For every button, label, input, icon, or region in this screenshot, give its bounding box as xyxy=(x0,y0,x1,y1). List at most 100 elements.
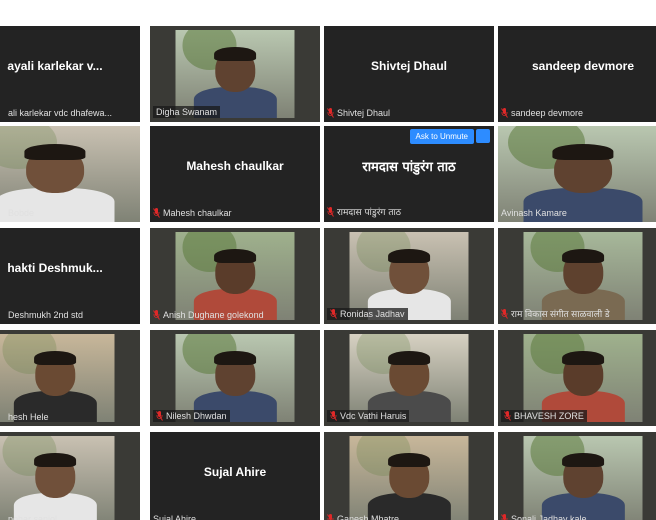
participant-video xyxy=(0,436,115,520)
participant-tile[interactable]: Nilesh Dhwdan xyxy=(150,330,320,426)
participant-name-label: Shivtej Dhaul xyxy=(327,108,390,118)
participant-name-label: Sujal Ahire xyxy=(153,514,196,520)
participant-name-text: Digha Swanam xyxy=(156,107,218,117)
participant-tile[interactable]: Sonali Jadhav kale xyxy=(498,432,656,520)
participant-tile[interactable]: hakti Deshmuk... Deshmukh 2nd std xyxy=(0,228,140,324)
participant-tile[interactable]: Sujal Ahire Sujal Ahire xyxy=(150,432,320,520)
participant-hair xyxy=(387,248,431,263)
mic-muted-icon xyxy=(501,514,508,520)
participant-hair xyxy=(33,452,77,467)
participant-video xyxy=(523,436,643,520)
participant-name-text: pohar sanjol xyxy=(8,514,58,520)
participant-name-text: Sonali Jadhav kale xyxy=(511,514,587,520)
participant-hair xyxy=(561,452,605,467)
participant-name-text: Deshmukh 2nd std xyxy=(8,310,84,320)
mic-muted-icon xyxy=(330,411,337,421)
participant-name-text: Anish Dughane golekond xyxy=(163,310,264,320)
participant-hair xyxy=(33,350,77,365)
participant-name-label: Mahesh chaulkar xyxy=(153,208,232,218)
participant-name-label: Anish Dughane golekond xyxy=(153,310,264,320)
participant-display-name: hakti Deshmuk... xyxy=(7,261,103,276)
participant-name-label: Avinash Kamare xyxy=(501,208,567,218)
participant-video xyxy=(349,436,469,520)
participant-tile[interactable]: Vdc Vathi Haruis xyxy=(324,330,494,426)
participant-tile[interactable]: pohar sanjol xyxy=(0,432,140,520)
participant-tile[interactable]: BHAVESH ZORE xyxy=(498,330,656,426)
participant-display-name: ayali karlekar v... xyxy=(7,59,103,74)
participant-tile[interactable]: Mahesh chaulkar Mahesh chaulkar xyxy=(150,126,320,222)
participant-tile[interactable]: Ronidas Jadhav xyxy=(324,228,494,324)
participant-display-name: रामदास पांडुरंग ताठ xyxy=(362,160,456,176)
participant-name-label: राम विकास संगीत साळवाली डे xyxy=(501,307,610,320)
participant-name-label: sandeep devmore xyxy=(501,108,583,118)
participant-name-text: Vdc Vathi Haruis xyxy=(340,411,407,421)
participant-name-text: Mahesh chaulkar xyxy=(163,208,232,218)
participant-tile[interactable]: Anish Dughane golekond xyxy=(150,228,320,324)
participant-name-text: रामदास पांडुरंग ताठ xyxy=(337,208,402,218)
participant-name-label: Sonali Jadhav kale xyxy=(501,514,587,520)
participant-tile[interactable]: राम विकास संगीत साळवाली डे xyxy=(498,228,656,324)
participant-hair xyxy=(24,144,86,160)
mic-muted-icon xyxy=(327,108,334,118)
participant-name-text: Bobde xyxy=(8,208,35,218)
participant-name-text: ali karlekar vdc dhafewa... xyxy=(8,108,113,118)
participant-tile[interactable]: Digha Swanam xyxy=(150,26,320,122)
participant-name-text: Nilesh Dhwdan xyxy=(166,411,227,421)
participant-name-label: ali karlekar vdc dhafewa... xyxy=(8,108,112,118)
participant-video xyxy=(175,232,295,320)
participant-name-label: hesh Hele xyxy=(8,412,49,422)
participant-name-label: रामदास पांडुरंग ताठ xyxy=(327,205,401,218)
ask-to-unmute-button[interactable]: Ask to Unmute xyxy=(409,129,474,144)
mic-muted-icon xyxy=(156,411,163,421)
participant-name-label: Nilesh Dhwdan xyxy=(153,410,230,422)
participant-video xyxy=(175,334,295,422)
participant-tile[interactable]: sandeep devmore sandeep devmore xyxy=(498,26,656,122)
participant-name-label: pohar sanjol xyxy=(8,514,57,520)
participant-hair xyxy=(387,452,431,467)
participant-name-text: Sujal Ahire xyxy=(153,514,197,520)
mic-muted-icon xyxy=(153,208,160,218)
participant-name-text: Ronidas Jadhav xyxy=(340,309,405,319)
participant-hair xyxy=(213,248,257,263)
more-options-button[interactable] xyxy=(476,129,490,143)
participant-hair xyxy=(213,46,257,61)
mic-muted-icon xyxy=(504,411,511,421)
participant-hair xyxy=(213,350,257,365)
mic-muted-icon xyxy=(327,514,334,520)
participant-tile[interactable]: Avinash Kamare xyxy=(498,126,656,222)
tile-action-overlay: Ask to Unmute xyxy=(409,129,490,144)
mic-muted-icon xyxy=(153,310,160,320)
participant-name-text: sandeep devmore xyxy=(511,108,584,118)
participant-tile[interactable]: Bobde xyxy=(0,126,140,222)
participant-name-text: BHAVESH ZORE xyxy=(514,411,584,421)
participant-display-name: Sujal Ahire xyxy=(203,465,267,480)
meeting-gallery-view: ayali karlekar v... ali karlekar vdc dhaf… xyxy=(0,0,656,520)
participant-name-text: Avinash Kamare xyxy=(501,208,567,218)
mic-muted-icon xyxy=(501,108,508,118)
participant-name-label: Vdc Vathi Haruis xyxy=(327,410,410,422)
mic-muted-icon xyxy=(501,308,508,319)
participant-name-label: BHAVESH ZORE xyxy=(501,410,587,422)
participant-tile[interactable]: रामदास पांडुरंग ताठ रामदास पांडुरंग ताठ As… xyxy=(324,126,494,222)
mic-muted-icon xyxy=(327,206,334,217)
participant-tile[interactable]: ayali karlekar v... ali karlekar vdc dhaf… xyxy=(0,26,140,122)
participant-tile[interactable]: Shivtej Dhaul Shivtej Dhaul xyxy=(324,26,494,122)
participant-hair xyxy=(561,350,605,365)
participant-name-label: Ronidas Jadhav xyxy=(327,308,408,320)
participant-name-text: Ganesh Mhatre xyxy=(337,514,400,520)
participant-display-name: Shivtej Dhaul xyxy=(370,59,447,74)
participant-tile[interactable]: Ganesh Mhatre xyxy=(324,432,494,520)
participant-name-label: Deshmukh 2nd std xyxy=(8,310,83,320)
participant-video xyxy=(523,334,643,422)
mic-muted-icon xyxy=(330,309,337,319)
participant-name-label: Bobde xyxy=(8,208,34,218)
participant-tile[interactable]: hesh Hele xyxy=(0,330,140,426)
participant-name-label: Ganesh Mhatre xyxy=(327,514,399,520)
participant-display-name: Mahesh chaulkar xyxy=(186,159,284,174)
participant-display-name: sandeep devmore xyxy=(531,59,635,74)
participant-video xyxy=(175,30,295,118)
participant-video xyxy=(349,334,469,422)
participant-video xyxy=(0,334,115,422)
participant-name-text: राम विकास संगीत साळवाली डे xyxy=(511,309,610,319)
participant-hair xyxy=(561,248,605,263)
